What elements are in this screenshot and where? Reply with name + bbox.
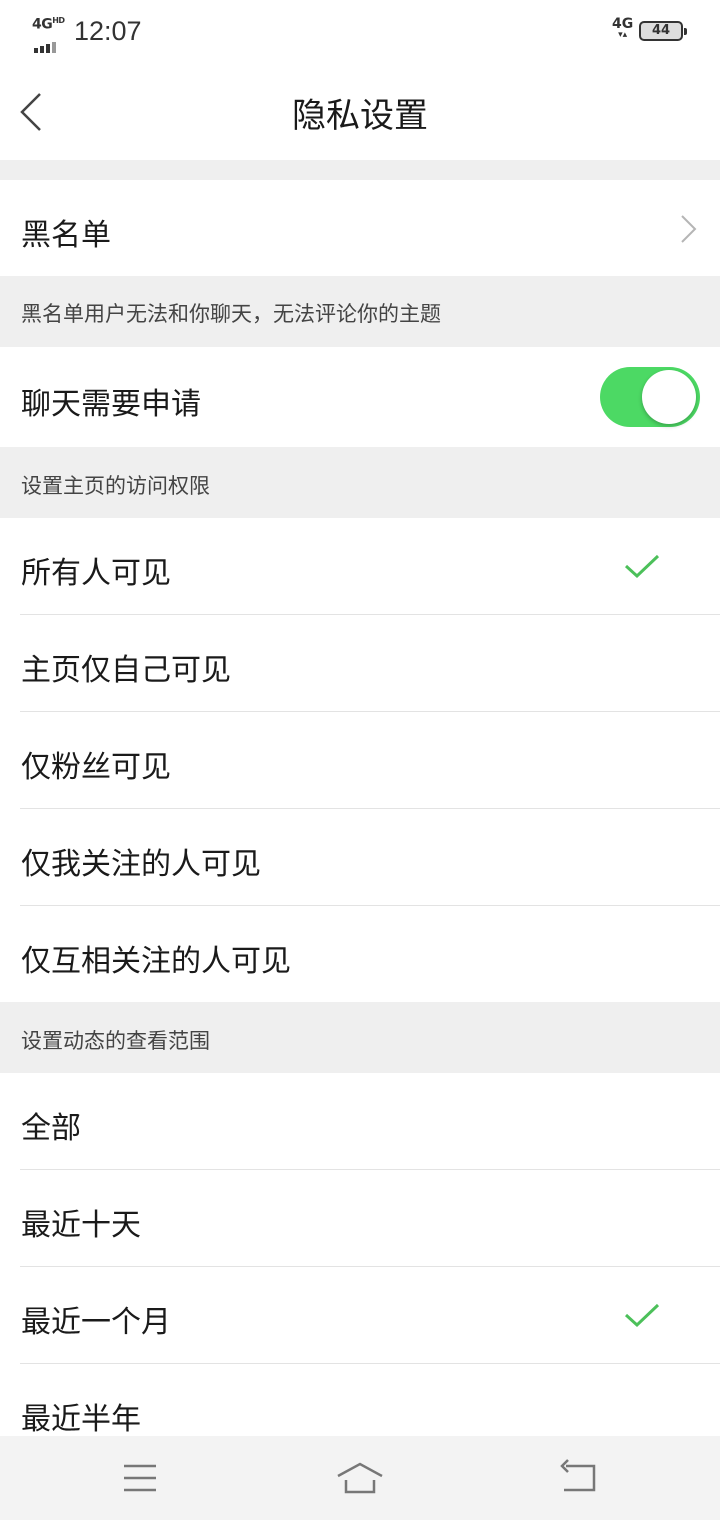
- checkmark-icon: [624, 554, 660, 579]
- chat-request-toggle[interactable]: [600, 367, 700, 427]
- homepage-option-mutual-only[interactable]: 仅互相关注的人可见: [0, 906, 720, 1002]
- homepage-option-all[interactable]: 所有人可见: [0, 518, 720, 615]
- signal-icon: 4GHD: [32, 16, 68, 53]
- feed-option-all[interactable]: 全部: [0, 1073, 720, 1170]
- status-time: 12:07: [74, 16, 142, 46]
- battery-icon: 44: [639, 21, 687, 41]
- option-label: 全部: [21, 1111, 81, 1146]
- battery-level: 44: [651, 23, 671, 38]
- system-nav-bar: [0, 1436, 720, 1520]
- option-label: 仅粉丝可见: [21, 750, 171, 785]
- feed-range-section-header: 设置动态的查看范围: [0, 1002, 720, 1073]
- chat-request-row: 聊天需要申请: [0, 347, 720, 447]
- home-icon: [337, 1462, 383, 1494]
- option-label: 最近十天: [21, 1208, 141, 1243]
- feed-option-ten-days[interactable]: 最近十天: [0, 1170, 720, 1267]
- feed-option-half-year[interactable]: 最近半年: [0, 1364, 720, 1436]
- blacklist-hint-section: 黑名单用户无法和你聊天，无法评论你的主题: [0, 276, 720, 347]
- menu-icon: [124, 1464, 156, 1492]
- option-label: 仅我关注的人可见: [21, 847, 261, 882]
- chat-request-label: 聊天需要申请: [21, 387, 201, 422]
- home-button[interactable]: [330, 1456, 390, 1500]
- option-label: 所有人可见: [21, 556, 171, 591]
- blacklist-row[interactable]: 黑名单: [0, 180, 720, 276]
- page-title: 隐私设置: [292, 96, 428, 136]
- blacklist-label: 黑名单: [21, 218, 111, 253]
- header: 隐私设置: [0, 64, 720, 160]
- toggle-knob: [642, 370, 696, 424]
- mobile-data-icon: 4G ▾▴: [612, 16, 634, 40]
- network-hd: HD: [52, 16, 65, 25]
- menu-button[interactable]: [110, 1456, 170, 1500]
- feed-option-one-month[interactable]: 最近一个月: [0, 1267, 720, 1364]
- homepage-option-self-only[interactable]: 主页仅自己可见: [0, 615, 720, 712]
- homepage-access-section-header: 设置主页的访问权限: [0, 447, 720, 518]
- feed-range-header: 设置动态的查看范围: [21, 1029, 210, 1053]
- homepage-access-header: 设置主页的访问权限: [21, 474, 210, 498]
- option-label: 最近一个月: [21, 1305, 171, 1340]
- network-type: 4G: [32, 16, 53, 33]
- checkmark-icon: [624, 1303, 660, 1328]
- homepage-option-following-only[interactable]: 仅我关注的人可见: [0, 809, 720, 906]
- back-icon: [560, 1459, 596, 1492]
- blacklist-hint: 黑名单用户无法和你聊天，无法评论你的主题: [21, 302, 441, 326]
- back-nav-button[interactable]: [548, 1456, 608, 1500]
- homepage-option-fans-only[interactable]: 仅粉丝可见: [0, 712, 720, 809]
- option-label: 主页仅自己可见: [21, 653, 231, 688]
- chevron-right-icon: [681, 215, 697, 243]
- status-bar: 4GHD 12:07 4G ▾▴ 44: [0, 0, 720, 64]
- option-label: 仅互相关注的人可见: [21, 944, 291, 979]
- option-label: 最近半年: [21, 1402, 141, 1436]
